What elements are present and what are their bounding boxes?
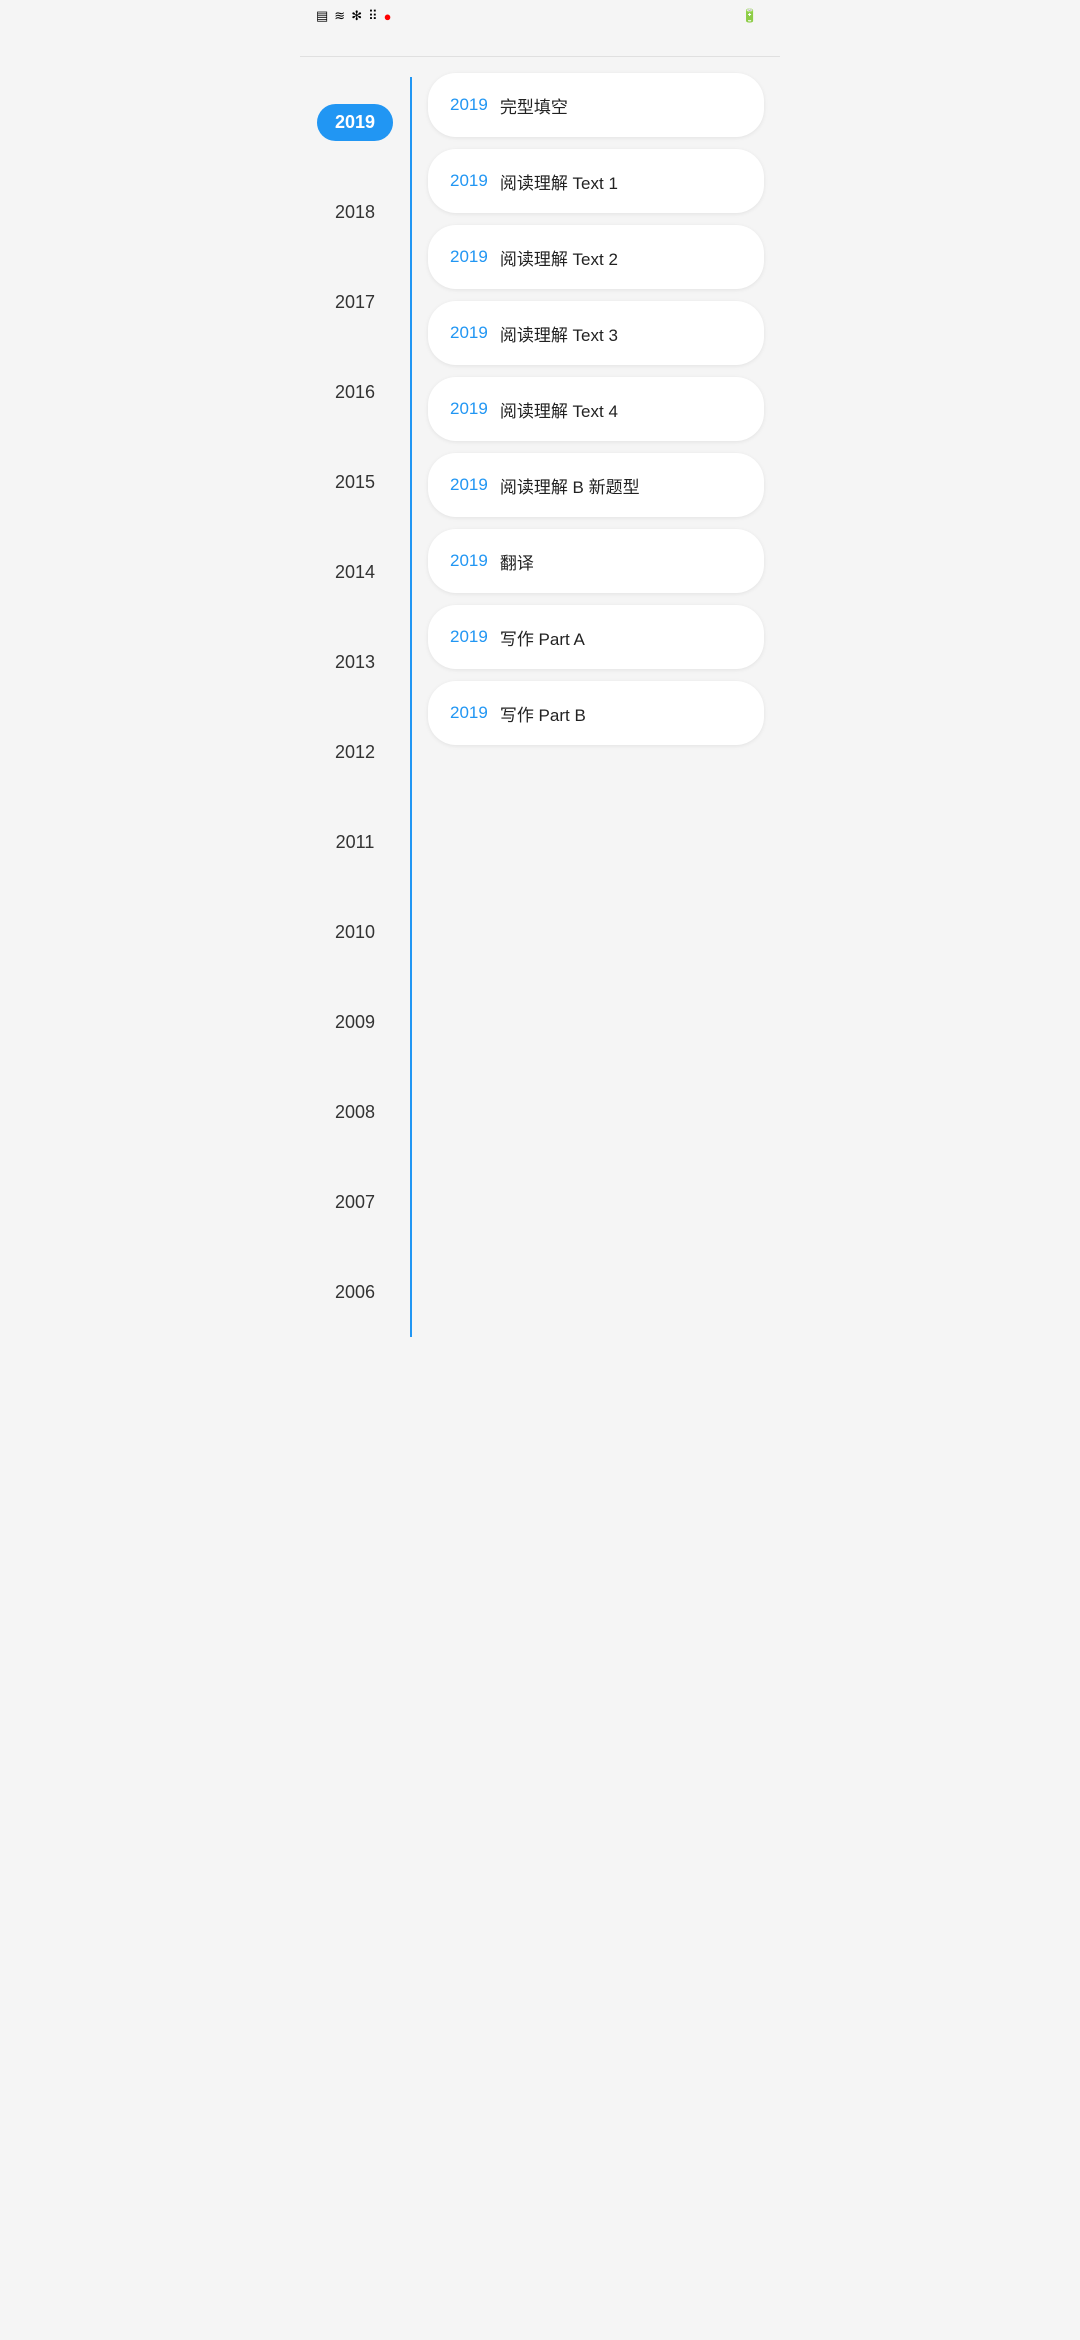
- year-item-2012[interactable]: 2012: [300, 707, 410, 797]
- year-item-2009[interactable]: 2009: [300, 977, 410, 1067]
- year-label: 2013: [335, 652, 375, 673]
- topic-year: 2019: [450, 323, 488, 343]
- year-item-2013[interactable]: 2013: [300, 617, 410, 707]
- topic-year: 2019: [450, 171, 488, 191]
- year-label: 2015: [335, 472, 375, 493]
- topic-name: 阅读理解 Text 3: [500, 321, 618, 346]
- topic-item-4[interactable]: 2019 阅读理解 Text 4: [428, 377, 764, 441]
- topic-item-2[interactable]: 2019 阅读理解 Text 2: [428, 225, 764, 289]
- year-label: 2011: [336, 832, 375, 853]
- topic-item-6[interactable]: 2019 翻译: [428, 529, 764, 593]
- wifi-icon: ≋: [334, 8, 345, 24]
- topic-item-7[interactable]: 2019 写作 Part A: [428, 605, 764, 669]
- year-label: 2012: [335, 742, 375, 763]
- year-label: 2009: [335, 1012, 375, 1033]
- topic-item-5[interactable]: 2019 阅读理解 B 新题型: [428, 453, 764, 517]
- status-bar: ▤ ≋ ✻ ⠿ ● 🔋: [300, 0, 780, 32]
- year-item-2010[interactable]: 2010: [300, 887, 410, 977]
- topic-year: 2019: [450, 475, 488, 495]
- topic-name: 写作 Part A: [500, 625, 585, 650]
- year-item-2017[interactable]: 2017: [300, 257, 410, 347]
- topic-name: 阅读理解 Text 1: [500, 169, 618, 194]
- topic-year: 2019: [450, 95, 488, 115]
- year-label: 2010: [335, 922, 375, 943]
- topic-name: 翻译: [500, 549, 534, 574]
- year-item-2008[interactable]: 2008: [300, 1067, 410, 1157]
- year-label: 2006: [335, 1282, 375, 1303]
- topic-name: 完型填空: [500, 93, 568, 118]
- topic-item-0[interactable]: 2019 完型填空: [428, 73, 764, 137]
- year-label: 2018: [335, 202, 375, 223]
- status-bar-right: 🔋: [736, 8, 764, 24]
- topic-item-3[interactable]: 2019 阅读理解 Text 3: [428, 301, 764, 365]
- year-item-2011[interactable]: 2011: [300, 797, 410, 887]
- year-item-2015[interactable]: 2015: [300, 437, 410, 527]
- record-icon: ●: [384, 9, 392, 24]
- year-label: 2007: [335, 1192, 375, 1213]
- year-item-2019[interactable]: 2019: [300, 77, 410, 167]
- year-item-2007[interactable]: 2007: [300, 1157, 410, 1247]
- topic-item-8[interactable]: 2019 写作 Part B: [428, 681, 764, 745]
- topic-year: 2019: [450, 703, 488, 723]
- vibrate-icon: ⠿: [368, 8, 378, 24]
- year-label: 2016: [335, 382, 375, 403]
- topic-list: 2019完型填空2019阅读理解 Text 12019阅读理解 Text 220…: [412, 73, 780, 1337]
- year-label: 2017: [335, 292, 375, 313]
- bluetooth-icon: ✻: [351, 8, 362, 24]
- year-label: 2008: [335, 1102, 375, 1123]
- main-content: 2019 2018 2017 2016 2015 2014 2013 2012 2011 2010…: [300, 57, 780, 1353]
- battery-icon: 🔋: [742, 8, 758, 24]
- topic-year: 2019: [450, 551, 488, 571]
- year-item-2006[interactable]: 2006: [300, 1247, 410, 1337]
- topic-name: 写作 Part B: [500, 701, 586, 726]
- year-label: 2014: [335, 562, 375, 583]
- status-bar-left: ▤ ≋ ✻ ⠿ ●: [316, 8, 392, 24]
- year-list: 2019 2018 2017 2016 2015 2014 2013 2012 2011 2010…: [300, 73, 410, 1337]
- topic-year: 2019: [450, 399, 488, 419]
- topic-name: 阅读理解 B 新题型: [500, 473, 640, 498]
- year-item-2018[interactable]: 2018: [300, 167, 410, 257]
- year-label: 2019: [317, 104, 393, 141]
- year-item-2014[interactable]: 2014: [300, 527, 410, 617]
- topic-year: 2019: [450, 247, 488, 267]
- topic-year: 2019: [450, 627, 488, 647]
- topic-name: 阅读理解 Text 2: [500, 245, 618, 270]
- nav-bar: [300, 32, 780, 57]
- sim-icon: ▤: [316, 8, 328, 24]
- topic-name: 阅读理解 Text 4: [500, 397, 618, 422]
- year-item-2016[interactable]: 2016: [300, 347, 410, 437]
- topic-item-1[interactable]: 2019 阅读理解 Text 1: [428, 149, 764, 213]
